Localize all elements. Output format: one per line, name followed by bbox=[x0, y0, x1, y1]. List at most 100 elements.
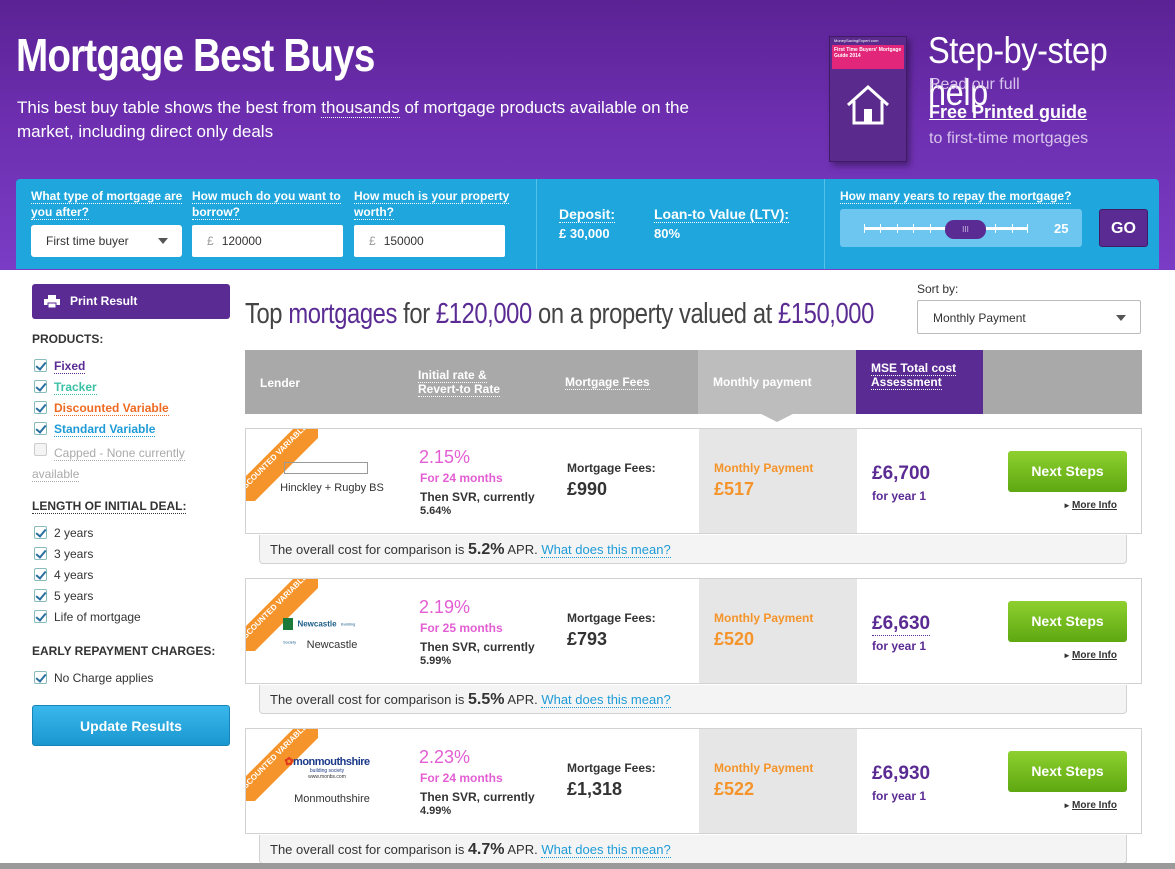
ltv-value: 80% bbox=[654, 226, 681, 241]
thousands-link[interactable]: thousands bbox=[321, 98, 400, 118]
sort-label: Sort by: bbox=[917, 282, 959, 296]
ltv-label: Loan-to Value (LTV): bbox=[654, 206, 790, 223]
svr-rate: 4.99% bbox=[420, 805, 452, 817]
house-icon bbox=[846, 84, 890, 125]
initial-rate: 2.15% bbox=[419, 447, 471, 467]
monthly-value: £517 bbox=[714, 479, 755, 499]
length-heading: LENGTH OF INITIAL DEAL: bbox=[32, 499, 187, 514]
length-checkbox-4y[interactable] bbox=[34, 568, 47, 581]
col-monthly: Monthly payment bbox=[713, 375, 812, 389]
mse-cost-period: for year 1 bbox=[872, 789, 927, 803]
deposit-label: Deposit: bbox=[559, 206, 615, 223]
chevron-right-icon: ► bbox=[1063, 501, 1071, 510]
svr-rate: 5.64% bbox=[420, 505, 452, 517]
fixed-checkbox[interactable] bbox=[34, 359, 47, 372]
next-steps-button[interactable]: Next Steps bbox=[1008, 601, 1127, 642]
fees-label: Mortgage Fees: bbox=[567, 761, 656, 775]
table-row: DISCOUNTED VARIABLE Hinckley + Rugby BS … bbox=[245, 428, 1142, 534]
apr-info-link[interactable]: What does this mean? bbox=[541, 842, 671, 858]
page-bottom-edge bbox=[0, 863, 1175, 869]
search-divider bbox=[824, 179, 825, 269]
mortgage-type-select[interactable]: First time buyer bbox=[31, 225, 182, 257]
next-steps-button[interactable]: Next Steps bbox=[1008, 451, 1127, 492]
lender-name: Monmouthshire bbox=[294, 793, 370, 805]
length-checkbox-2y[interactable] bbox=[34, 526, 47, 539]
years-value: 25 bbox=[1054, 221, 1069, 236]
monmouthshire-bs-logo: ✿monmouthshire building society www.monb… bbox=[284, 756, 370, 781]
table-row: DISCOUNTED VARIABLE ✿monmouthshire build… bbox=[245, 728, 1142, 834]
discounted-variable-checkbox[interactable] bbox=[34, 401, 47, 414]
page-title: Mortgage Best Buys bbox=[16, 29, 375, 81]
lender-name: Newcastle bbox=[306, 639, 358, 651]
borrow-label: How much do you want to borrow? bbox=[192, 189, 341, 220]
borrow-input[interactable]: £120000 bbox=[192, 225, 343, 257]
results-title: Top mortgages for £120,000 on a property… bbox=[245, 298, 874, 330]
col-lender: Lender bbox=[260, 376, 301, 390]
slider-handle[interactable]: III bbox=[945, 220, 986, 239]
tracker-checkbox[interactable] bbox=[34, 380, 47, 393]
update-results-button[interactable]: Update Results bbox=[32, 705, 230, 746]
monthly-label: Monthly Payment bbox=[714, 461, 814, 475]
monthly-value: £522 bbox=[714, 779, 755, 799]
deposit-value: £ 30,000 bbox=[559, 226, 610, 241]
mse-cost-period: for year 1 bbox=[872, 639, 927, 653]
lender-name: Hinckley + Rugby BS bbox=[280, 482, 384, 494]
discounted-variable-label[interactable]: Discounted Variable bbox=[54, 401, 169, 416]
monthly-label: Monthly Payment bbox=[714, 761, 814, 775]
search-divider bbox=[536, 179, 537, 269]
erc-heading: EARLY REPAYMENT CHARGES: bbox=[32, 644, 216, 658]
print-result-button[interactable]: Print Result bbox=[32, 284, 230, 319]
apr-info-link[interactable]: What does this mean? bbox=[541, 542, 671, 558]
length-checkbox-5y[interactable] bbox=[34, 589, 47, 602]
printer-icon bbox=[44, 295, 60, 308]
header-description: This best buy table shows the best from … bbox=[17, 98, 689, 141]
help-text-1: Read our full bbox=[929, 76, 1020, 93]
standard-variable-checkbox[interactable] bbox=[34, 422, 47, 435]
col-rate[interactable]: Initial rate & Revert-to Rate bbox=[418, 368, 518, 397]
guide-cover-site: MoneySavingExpert.com bbox=[834, 38, 879, 43]
go-button[interactable]: GO bbox=[1099, 209, 1148, 247]
chevron-down-icon bbox=[1116, 315, 1126, 321]
length-label: 5 years bbox=[54, 589, 94, 603]
col-mse[interactable]: MSE Total cost Assessment bbox=[871, 361, 961, 390]
length-label: 3 years bbox=[54, 547, 94, 561]
col-fees[interactable]: Mortgage Fees bbox=[565, 375, 650, 390]
apr-info-link[interactable]: What does this mean? bbox=[541, 692, 671, 708]
apr-bar: The overall cost for comparison is 5.2% … bbox=[259, 535, 1127, 564]
sort-select[interactable]: Monthly Payment bbox=[917, 300, 1141, 334]
tracker-label[interactable]: Tracker bbox=[54, 380, 97, 395]
length-label: Life of mortgage bbox=[54, 610, 141, 624]
length-checkbox-3y[interactable] bbox=[34, 547, 47, 560]
years-label: How many years to repay the mortgage? bbox=[840, 189, 1072, 204]
more-info-link[interactable]: More Info bbox=[1072, 500, 1117, 511]
hinckley-rugby-logo bbox=[284, 462, 368, 474]
free-guide-link[interactable]: Free Printed guide bbox=[929, 102, 1087, 123]
help-text-3: to first-time mortgages bbox=[929, 130, 1089, 147]
newcastle-bs-logo: Newcastle Building Society bbox=[283, 617, 356, 645]
next-steps-button[interactable]: Next Steps bbox=[1008, 751, 1127, 792]
mse-cost-period: for year 1 bbox=[872, 489, 927, 503]
guide-cover-image[interactable]: MoneySavingExpert.com First Time Buyers'… bbox=[829, 36, 907, 162]
fees-label: Mortgage Fees: bbox=[567, 611, 656, 625]
property-worth-input[interactable]: £150000 bbox=[354, 225, 505, 257]
more-info-link[interactable]: More Info bbox=[1072, 650, 1117, 661]
standard-variable-label[interactable]: Standard Variable bbox=[54, 422, 156, 437]
mse-cost-value: £6,630 bbox=[872, 613, 931, 636]
more-info-link[interactable]: More Info bbox=[1072, 800, 1117, 811]
length-label: 4 years bbox=[54, 568, 94, 582]
revert-text: Then SVR, currently bbox=[420, 490, 535, 504]
rate-duration: For 24 months bbox=[420, 771, 503, 785]
capped-label: Capped - None currently available bbox=[32, 446, 185, 482]
fixed-label[interactable]: Fixed bbox=[54, 359, 86, 374]
apr-bar: The overall cost for comparison is 4.7% … bbox=[259, 835, 1127, 864]
years-slider[interactable]: III 25 bbox=[840, 209, 1082, 247]
rate-duration: For 24 months bbox=[420, 471, 503, 485]
no-charge-label: No Charge applies bbox=[54, 671, 154, 685]
no-charge-checkbox[interactable] bbox=[34, 671, 47, 684]
initial-rate: 2.19% bbox=[419, 597, 471, 617]
mse-cost-value: £6,700 bbox=[872, 463, 931, 484]
chevron-right-icon: ► bbox=[1063, 801, 1071, 810]
table-header: Lender Initial rate & Revert-to Rate Mor… bbox=[245, 350, 1142, 422]
revert-text: Then SVR, currently bbox=[420, 790, 535, 804]
length-checkbox-life[interactable] bbox=[34, 610, 47, 623]
